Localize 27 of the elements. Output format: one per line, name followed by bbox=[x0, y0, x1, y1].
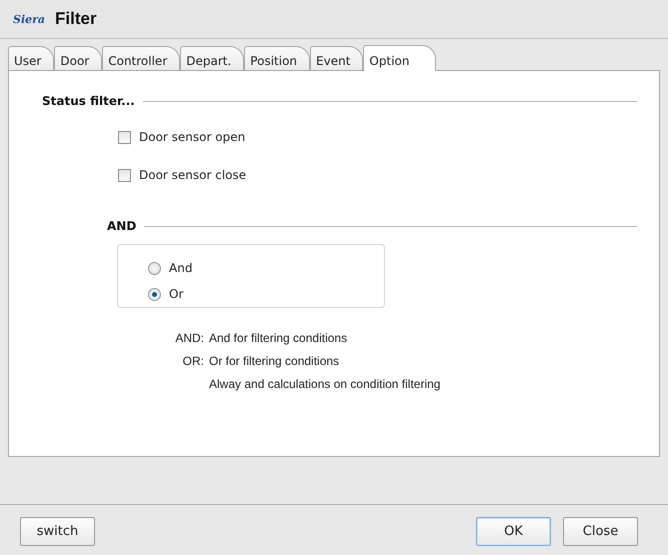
checkbox-label[interactable]: Door sensor open bbox=[139, 130, 246, 144]
tab[interactable]: Event bbox=[310, 46, 364, 70]
tab[interactable]: Controller bbox=[102, 46, 180, 70]
note-text: Alway and calculations on condition filtering bbox=[209, 377, 442, 391]
app-logo: Siera bbox=[13, 12, 46, 26]
tab[interactable]: Depart. bbox=[180, 46, 244, 70]
tab[interactable]: Position bbox=[244, 46, 310, 70]
checkbox-label[interactable]: Door sensor close bbox=[139, 168, 246, 182]
tab[interactable]: Door bbox=[54, 46, 102, 70]
dialog-button[interactable]: OK bbox=[476, 517, 551, 546]
note-text: Or for filtering conditions bbox=[209, 354, 340, 368]
note-text: And for filtering conditions bbox=[209, 331, 348, 345]
section-heading: Status filter... bbox=[42, 94, 135, 108]
radio-button[interactable] bbox=[148, 262, 161, 274]
radio-label[interactable]: And bbox=[169, 261, 192, 275]
dialog-button[interactable]: switch bbox=[20, 517, 95, 546]
tab[interactable]: User bbox=[8, 46, 54, 70]
section-heading: AND bbox=[107, 219, 136, 233]
window-title: Filter bbox=[55, 9, 97, 29]
tab[interactable]: Option bbox=[363, 45, 436, 71]
radio-label[interactable]: Or bbox=[169, 287, 184, 301]
radio-button[interactable] bbox=[148, 288, 161, 300]
note-label: AND: bbox=[174, 331, 204, 345]
checkbox[interactable] bbox=[118, 168, 131, 182]
checkbox[interactable] bbox=[118, 130, 131, 144]
dialog-button[interactable]: Close bbox=[563, 517, 638, 546]
note-label: OR: bbox=[182, 354, 204, 368]
